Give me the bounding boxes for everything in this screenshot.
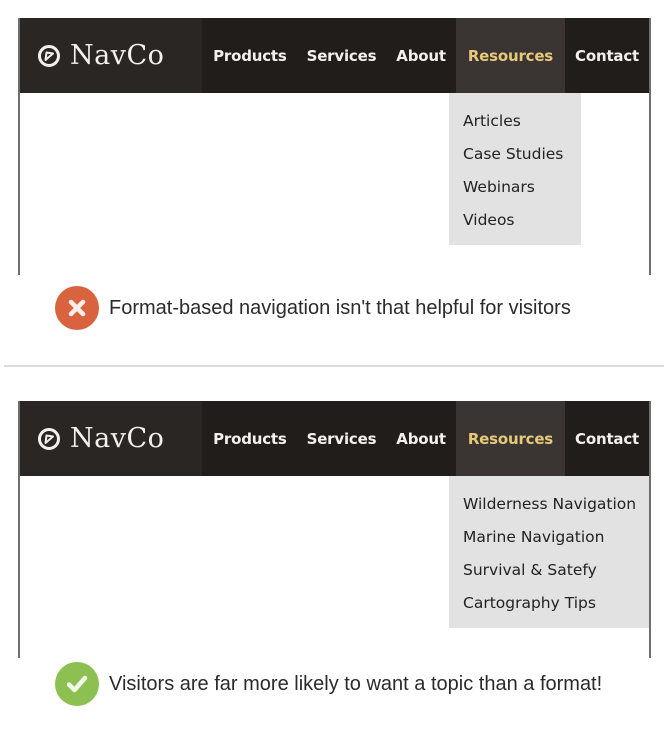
nav-links: Products Services About Resources Contac… [202,401,649,476]
nav-item-products[interactable]: Products [202,18,297,93]
nav-item-products[interactable]: Products [202,401,297,476]
resources-dropdown: Articles Case Studies Webinars Videos [449,93,581,245]
nav-item-about[interactable]: About [386,18,456,93]
bad-caption: Format-based navigation isn't that helpf… [55,286,571,330]
logo-text: NavCo [70,423,165,454]
nav-item-contact[interactable]: Contact [565,401,649,476]
logo[interactable]: NavCo [20,401,203,476]
good-caption-text: Visitors are far more likely to want a t… [109,672,603,695]
bad-example: NavCo Products Services About Resources … [0,0,670,360]
site-mockup: NavCo Products Services About Resources … [18,18,651,275]
dropdown-item-wilderness-navigation[interactable]: Wilderness Navigation [463,488,636,521]
nav-item-resources[interactable]: Resources [455,18,566,93]
nav-item-contact[interactable]: Contact [565,18,649,93]
compass-icon [37,44,61,68]
nav-item-about[interactable]: About [386,401,456,476]
x-circle-icon [55,286,99,330]
dropdown-item-survival-safety[interactable]: Survival & Satefy [463,554,635,587]
dropdown-item-marine-navigation[interactable]: Marine Navigation [463,521,635,554]
compass-icon [37,427,61,451]
nav-links: Products Services About Resources Contac… [202,18,649,93]
dropdown-item-case-studies[interactable]: Case Studies [463,138,567,171]
navbar: NavCo Products Services About Resources … [20,401,649,476]
dropdown-item-cartography-tips[interactable]: Cartography Tips [463,587,635,620]
dropdown-item-videos[interactable]: Videos [463,204,567,237]
nav-item-resources[interactable]: Resources [455,401,566,476]
nav-item-services[interactable]: Services [297,401,387,476]
resources-dropdown: Wilderness Navigation Marine Navigation … [449,476,649,628]
nav-item-services[interactable]: Services [297,18,387,93]
logo-text: NavCo [70,40,165,71]
dropdown-item-webinars[interactable]: Webinars [463,171,567,204]
navbar: NavCo Products Services About Resources … [20,18,649,93]
dropdown-item-articles[interactable]: Articles [463,105,567,138]
good-caption: Visitors are far more likely to want a t… [55,662,602,706]
good-example: NavCo Products Services About Resources … [0,383,670,734]
bad-caption-text: Format-based navigation isn't that helpf… [109,296,571,319]
check-circle-icon [55,662,99,706]
section-divider [4,365,664,367]
site-mockup: NavCo Products Services About Resources … [18,401,651,658]
logo[interactable]: NavCo [20,18,203,93]
